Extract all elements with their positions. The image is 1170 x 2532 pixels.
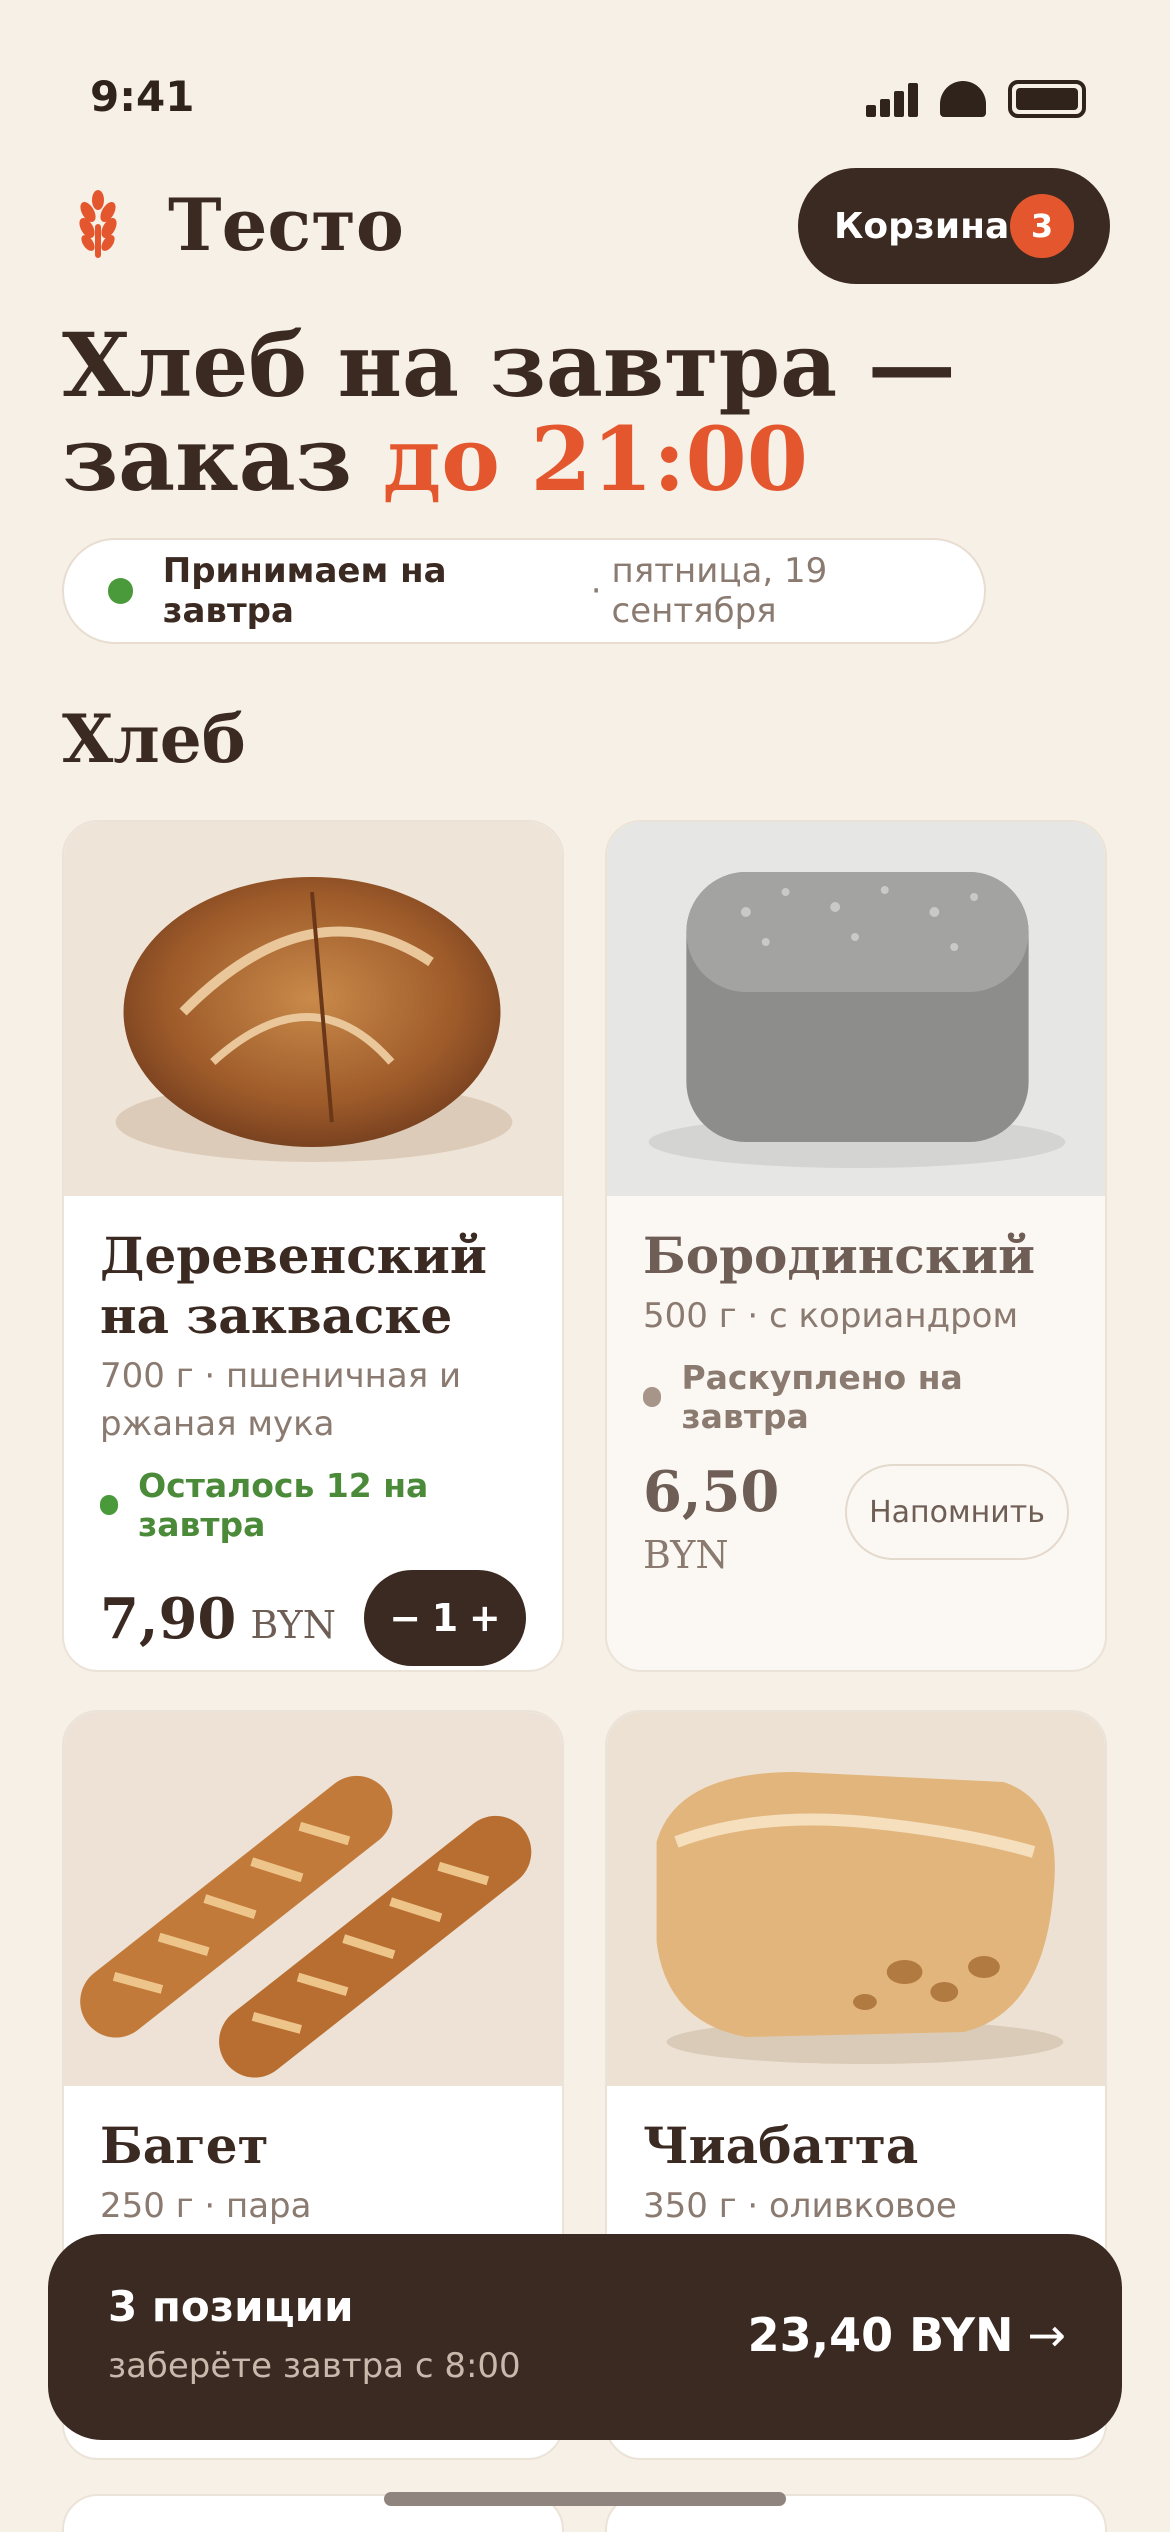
- card-body: Багет 250 г · пара: [100, 2116, 526, 2230]
- availability-dot: [643, 1387, 662, 1407]
- pickup-date: пятница, 19 сентября: [611, 551, 828, 631]
- product-title: Чиабатта: [643, 2116, 919, 2175]
- wifi-icon: [940, 81, 986, 117]
- home-indicator: [384, 2492, 786, 2506]
- price-row: 6,50 BYN Напомнить: [643, 1462, 1069, 1588]
- product-title: Багет: [100, 2116, 269, 2175]
- cart-label: Корзина: [834, 205, 1010, 247]
- headline-line-1: Хлеб на завтра —: [62, 313, 956, 417]
- brand-name: Тесто: [168, 182, 404, 267]
- cart-items-count: 3 позиции: [108, 2282, 354, 2331]
- cart-total-value: 23,40 BYN: [747, 2308, 1014, 2362]
- status-time: 9:41: [90, 72, 195, 121]
- availability-status: Осталось 12 на завтра: [100, 1466, 526, 1544]
- product-title-line-1: Деревенский: [100, 1226, 487, 1285]
- notify-button[interactable]: Напомнить: [845, 1464, 1069, 1560]
- product-photo: [64, 822, 562, 1196]
- checkout-bar[interactable]: 3 позиции заберёте завтра с 8:00 23,40 B…: [48, 2234, 1122, 2440]
- price-value: 7,90: [100, 1586, 237, 1652]
- product-subtitle: 250 г · пара: [100, 2186, 312, 2226]
- card-body: Деревенский на закваске 700 г · пшенична…: [100, 1226, 526, 1666]
- card-body: Бородинский 500 г · с кориандром Раскупл…: [643, 1226, 1069, 1588]
- product-subtitle: 700 г · пшеничная и ржаная мука: [100, 1352, 526, 1448]
- availability-dot: [100, 1495, 119, 1515]
- wheat-icon: [79, 190, 117, 258]
- price-currency: BYN: [643, 1533, 729, 1577]
- availability-label: Осталось 12 на завтра: [138, 1466, 429, 1544]
- product-subtitle-line-2: ржаная мука: [100, 1404, 335, 1444]
- product-card-borodinsky[interactable]: Бородинский 500 г · с кориандром Раскупл…: [605, 820, 1107, 1672]
- order-status-label: Принимаем на завтра: [162, 551, 447, 631]
- headline-line-2: заказ до 21:00: [62, 412, 1112, 506]
- product-title-line-2: на закваске: [100, 1286, 453, 1345]
- decrease-button[interactable]: −: [389, 1596, 421, 1640]
- product-card-derevensky[interactable]: Деревенский на закваске 700 г · пшенична…: [62, 820, 564, 1672]
- signal-icon: [866, 81, 918, 117]
- status-separator: ·: [590, 571, 602, 611]
- headline-prefix: заказ: [62, 407, 352, 511]
- product-title: Деревенский на закваске: [100, 1226, 526, 1346]
- price-row: 7,90 BYN − 1 +: [100, 1570, 526, 1666]
- increase-button[interactable]: +: [469, 1596, 501, 1640]
- order-status-pill: Принимаем на завтра · пятница, 19 сентяб…: [62, 538, 986, 644]
- arrow-right-icon: →: [1027, 2308, 1066, 2362]
- status-icons: [866, 80, 1086, 118]
- cart-total: 23,40 BYN →: [748, 2308, 1066, 2362]
- price-value: 6,50: [643, 1459, 780, 1525]
- status-bar: 9:41: [0, 0, 1170, 150]
- product-photo: [607, 822, 1105, 1196]
- product-price: 7,90 BYN: [100, 1586, 336, 1652]
- quantity-value: 1: [431, 1596, 459, 1640]
- cart-button[interactable]: Корзина 3: [798, 168, 1110, 284]
- product-subtitle: 500 г · с кориандром: [643, 1296, 1019, 1336]
- product-subtitle-line-1: 700 г · пшеничная и: [100, 1356, 462, 1396]
- availability-status: Раскуплено на завтра: [643, 1358, 1069, 1436]
- headline-deadline: до 21:00: [382, 407, 808, 511]
- price-currency: BYN: [250, 1603, 336, 1647]
- product-title: Бородинский: [643, 1226, 1036, 1285]
- battery-icon: [1008, 80, 1086, 118]
- status-dot: [108, 578, 133, 604]
- page-headline: Хлеб на завтра — заказ до 21:00: [62, 318, 1112, 506]
- availability-label: Раскуплено на завтра: [681, 1358, 963, 1436]
- product-price: 6,50 BYN: [643, 1462, 779, 1588]
- header: Тесто Корзина 3: [62, 168, 1110, 284]
- quantity-stepper[interactable]: − 1 +: [364, 1570, 526, 1666]
- pickup-info: заберёте завтра с 8:00: [108, 2346, 521, 2386]
- product-photo: [64, 1712, 562, 2086]
- section-title: Хлеб: [62, 700, 246, 778]
- cart-count-badge: 3: [1010, 194, 1074, 258]
- product-photo: [607, 1712, 1105, 2086]
